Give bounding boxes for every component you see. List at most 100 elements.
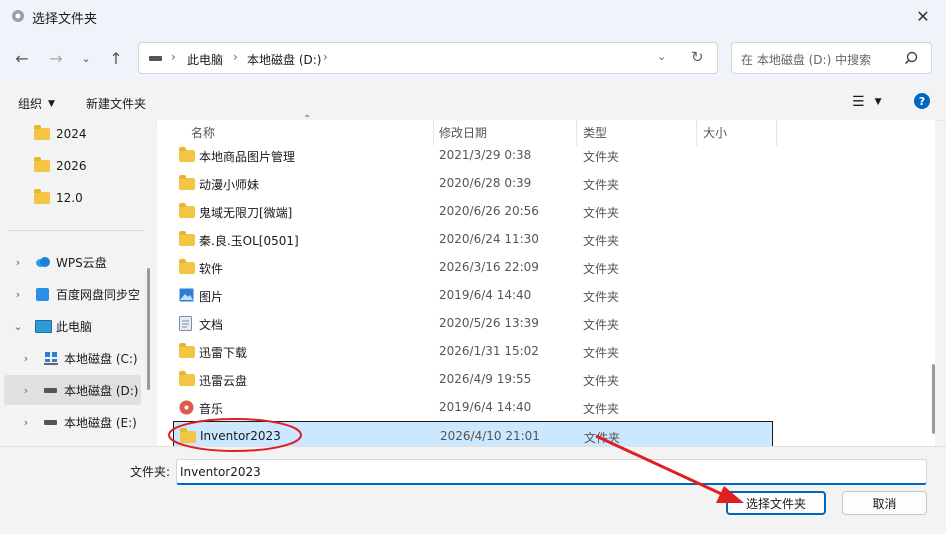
- cancel-button[interactable]: 取消: [842, 491, 927, 515]
- file-type: 文件夹: [583, 150, 620, 164]
- file-modified: 2026/4/10 21:01: [440, 429, 540, 443]
- file-name: 鬼域无限刀[微端]: [199, 206, 293, 220]
- table-row[interactable]: 本地商品图片管理 2021/3/29 0:38 文件夹: [157, 141, 777, 169]
- documents-icon: [179, 316, 192, 334]
- file-modified: 2020/5/26 13:39: [439, 316, 539, 330]
- sidebar-item-drive-c[interactable]: › 本地磁盘 (C:): [0, 343, 145, 373]
- file-name: 图片: [199, 290, 224, 304]
- chevron-right-icon[interactable]: ›: [12, 256, 24, 269]
- folder-input[interactable]: Inventor2023: [176, 459, 927, 485]
- table-row[interactable]: 动漫小师妹 2020/6/28 0:39 文件夹: [157, 169, 777, 197]
- organize-button[interactable]: 组织 ▼: [18, 95, 55, 112]
- sidebar-item-drive-d[interactable]: › 本地磁盘 (D:): [4, 375, 141, 405]
- chevron-down-icon: ⌄: [81, 51, 91, 65]
- address-dropdown-icon[interactable]: ⌄: [657, 50, 666, 63]
- file-type: 文件夹: [583, 206, 620, 220]
- chevron-right-icon[interactable]: ›: [20, 352, 32, 365]
- close-button[interactable]: ✕: [900, 0, 946, 32]
- sidebar-item-2026[interactable]: 2026: [34, 151, 87, 181]
- back-button[interactable]: ←: [8, 44, 36, 72]
- file-type: 文件夹: [583, 262, 620, 276]
- file-type: 文件夹: [583, 318, 620, 332]
- file-name: 软件: [199, 262, 224, 276]
- file-list: ⌃ 名称 修改日期 类型 大小 本地商品图片管理 2021/3/29 0:38 文件…: [157, 114, 935, 449]
- sort-ascending-icon: ⌃: [303, 114, 312, 125]
- folder-icon: [180, 428, 196, 446]
- file-type: 文件夹: [583, 402, 620, 416]
- sidebar-item-this-pc[interactable]: ⌄ 此电脑: [0, 311, 145, 341]
- file-modified: 2020/6/28 0:39: [439, 176, 532, 190]
- column-header-modified[interactable]: 修改日期: [439, 124, 487, 141]
- breadcrumb-drive-d[interactable]: 本地磁盘 (D:): [247, 51, 321, 68]
- sidebar-scrollbar[interactable]: [147, 268, 150, 390]
- sidebar-item-2024[interactable]: 2024: [34, 119, 87, 149]
- table-row-selected[interactable]: Inventor2023 2026/4/10 21:01 文件夹: [173, 421, 773, 449]
- navigation-pane: 2024 2026 12.0 › WPS云盘 › 百度网盘同步空 ⌄ 此电脑 ›…: [0, 120, 155, 446]
- search-icon[interactable]: [904, 51, 918, 65]
- sidebar-item-wps-cloud[interactable]: › WPS云盘: [0, 247, 145, 277]
- drive-icon: [44, 419, 57, 425]
- app-icon: [12, 10, 24, 22]
- sidebar-item-label: 2024: [56, 127, 87, 141]
- table-row[interactable]: 文档 2020/5/26 13:39 文件夹: [157, 309, 777, 337]
- folder-icon: [179, 343, 195, 361]
- breadcrumb-separator-icon: ›: [323, 50, 328, 64]
- table-row[interactable]: 图片 2019/6/4 14:40 文件夹: [157, 281, 777, 309]
- windows-drive-icon: [44, 352, 58, 365]
- caret-down-icon: ▼: [48, 98, 55, 109]
- computer-icon: [35, 319, 52, 333]
- help-icon[interactable]: ?: [914, 93, 930, 109]
- column-header-name[interactable]: 名称: [191, 124, 215, 141]
- forward-button[interactable]: →: [42, 44, 70, 72]
- folder-icon: [179, 175, 195, 193]
- file-name: 文档: [199, 318, 224, 332]
- table-row[interactable]: 软件 2026/3/16 22:09 文件夹: [157, 253, 777, 281]
- file-modified: 2019/6/4 14:40: [439, 400, 532, 414]
- sidebar-item-label: 本地磁盘 (D:): [64, 383, 139, 398]
- folder-icon: [179, 231, 195, 249]
- chevron-right-icon[interactable]: ›: [20, 416, 32, 429]
- folder-icon: [179, 203, 195, 221]
- command-bar: 组织 ▼ 新建文件夹 ☰ ▼ ?: [0, 84, 946, 121]
- breadcrumb-this-pc[interactable]: 此电脑: [187, 51, 223, 68]
- cloud-icon: [36, 257, 50, 267]
- sidebar-item-label: 2026: [56, 159, 87, 173]
- drive-icon: [44, 387, 57, 393]
- chevron-right-icon[interactable]: ›: [20, 384, 32, 397]
- file-name: 动漫小师妹: [199, 178, 260, 192]
- file-modified: 2026/4/9 19:55: [439, 372, 532, 386]
- pictures-icon: [179, 288, 194, 305]
- chevron-right-icon[interactable]: ›: [12, 288, 24, 301]
- drive-icon: [149, 56, 162, 61]
- column-header-type[interactable]: 类型: [583, 124, 607, 141]
- file-modified: 2020/6/24 11:30: [439, 232, 539, 246]
- arrow-right-icon: →: [49, 48, 63, 68]
- recent-locations-button[interactable]: ⌄: [72, 44, 100, 72]
- sidebar-item-label: 12.0: [56, 191, 83, 205]
- window-title: 选择文件夹: [32, 12, 98, 27]
- new-folder-button[interactable]: 新建文件夹: [86, 95, 146, 112]
- file-modified: 2019/6/4 14:40: [439, 288, 532, 302]
- address-bar[interactable]: › 此电脑 › 本地磁盘 (D:) › ⌄ ↻: [138, 42, 718, 74]
- table-row[interactable]: 秦.良.玉OL[0501] 2020/6/24 11:30 文件夹: [157, 225, 777, 253]
- table-row[interactable]: 音乐 2019/6/4 14:40 文件夹: [157, 393, 777, 421]
- sidebar-item-12-0[interactable]: 12.0: [34, 183, 83, 213]
- sidebar-divider: [8, 230, 144, 231]
- column-header-size[interactable]: 大小: [703, 124, 727, 141]
- select-folder-button[interactable]: 选择文件夹: [726, 491, 826, 515]
- refresh-icon[interactable]: ↻: [691, 48, 704, 66]
- list-scrollbar[interactable]: [932, 364, 935, 434]
- search-box[interactable]: 在 本地磁盘 (D:) 中搜索: [731, 42, 932, 74]
- close-icon: ✕: [916, 6, 930, 26]
- sidebar-item-drive-e[interactable]: › 本地磁盘 (E:): [0, 407, 145, 437]
- file-type: 文件夹: [583, 290, 620, 304]
- chevron-down-icon[interactable]: ⌄: [12, 320, 24, 333]
- table-row[interactable]: 迅雷云盘 2026/4/9 19:55 文件夹: [157, 365, 777, 393]
- baidu-netdisk-icon: [36, 287, 49, 301]
- up-button[interactable]: ↑: [102, 44, 130, 72]
- file-name: 音乐: [199, 402, 224, 416]
- view-options-button[interactable]: ☰ ▼: [852, 94, 881, 110]
- table-row[interactable]: 迅雷下载 2026/1/31 15:02 文件夹: [157, 337, 777, 365]
- table-row[interactable]: 鬼域无限刀[微端] 2020/6/26 20:56 文件夹: [157, 197, 777, 225]
- sidebar-item-baidu-sync[interactable]: › 百度网盘同步空: [0, 279, 145, 309]
